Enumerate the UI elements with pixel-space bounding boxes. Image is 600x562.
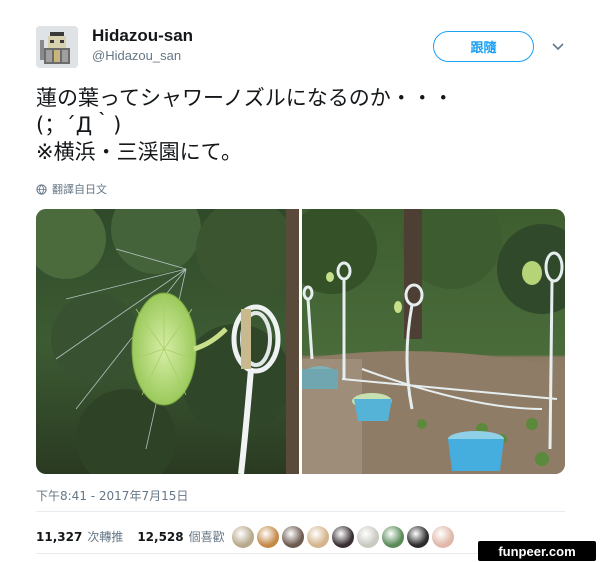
- liker-avatar[interactable]: [407, 526, 429, 548]
- translate-label[interactable]: 翻譯自日文: [52, 181, 107, 197]
- liker-avatar[interactable]: [432, 526, 454, 548]
- liker-avatar[interactable]: [357, 526, 379, 548]
- tweet-text: 蓮の葉ってシャワーノズルになるのか・・・ (；´Д｀) ※横浜・三渓園にて。: [36, 86, 454, 164]
- photo-lotus-garden[interactable]: [302, 209, 565, 474]
- retweets-count[interactable]: 11,327: [36, 530, 82, 544]
- tweet-timestamp[interactable]: 下午8:41 - 2017年7月15日: [36, 487, 188, 504]
- liker-avatar[interactable]: [307, 526, 329, 548]
- liker-avatar[interactable]: [332, 526, 354, 548]
- liker-avatar[interactable]: [232, 526, 254, 548]
- tweet-header: Hidazou-san @Hidazou_san 跟隨: [36, 22, 576, 72]
- photo-lotus-closeup[interactable]: [36, 209, 299, 474]
- watermark: funpeer.com: [478, 541, 596, 561]
- chevron-down-icon[interactable]: [549, 37, 567, 55]
- globe-icon: [36, 183, 47, 195]
- retweets-label[interactable]: 次轉推: [87, 528, 123, 545]
- author-avatar[interactable]: [36, 26, 78, 68]
- author-handle[interactable]: @Hidazou_san: [92, 48, 181, 63]
- tweet-stats: 11,327 次轉推 12,528 個喜歡: [36, 528, 239, 545]
- likes-count[interactable]: 12,528: [137, 530, 183, 544]
- likes-label[interactable]: 個喜歡: [189, 528, 225, 545]
- liker-avatars: [232, 526, 454, 548]
- liker-avatar[interactable]: [257, 526, 279, 548]
- photo-grid: [36, 209, 565, 474]
- liker-avatar[interactable]: [282, 526, 304, 548]
- divider: [36, 511, 565, 512]
- liker-avatar[interactable]: [382, 526, 404, 548]
- translate-link[interactable]: 翻譯自日文: [36, 181, 107, 197]
- follow-button[interactable]: 跟隨: [433, 31, 534, 62]
- author-display-name[interactable]: Hidazou-san: [92, 26, 193, 46]
